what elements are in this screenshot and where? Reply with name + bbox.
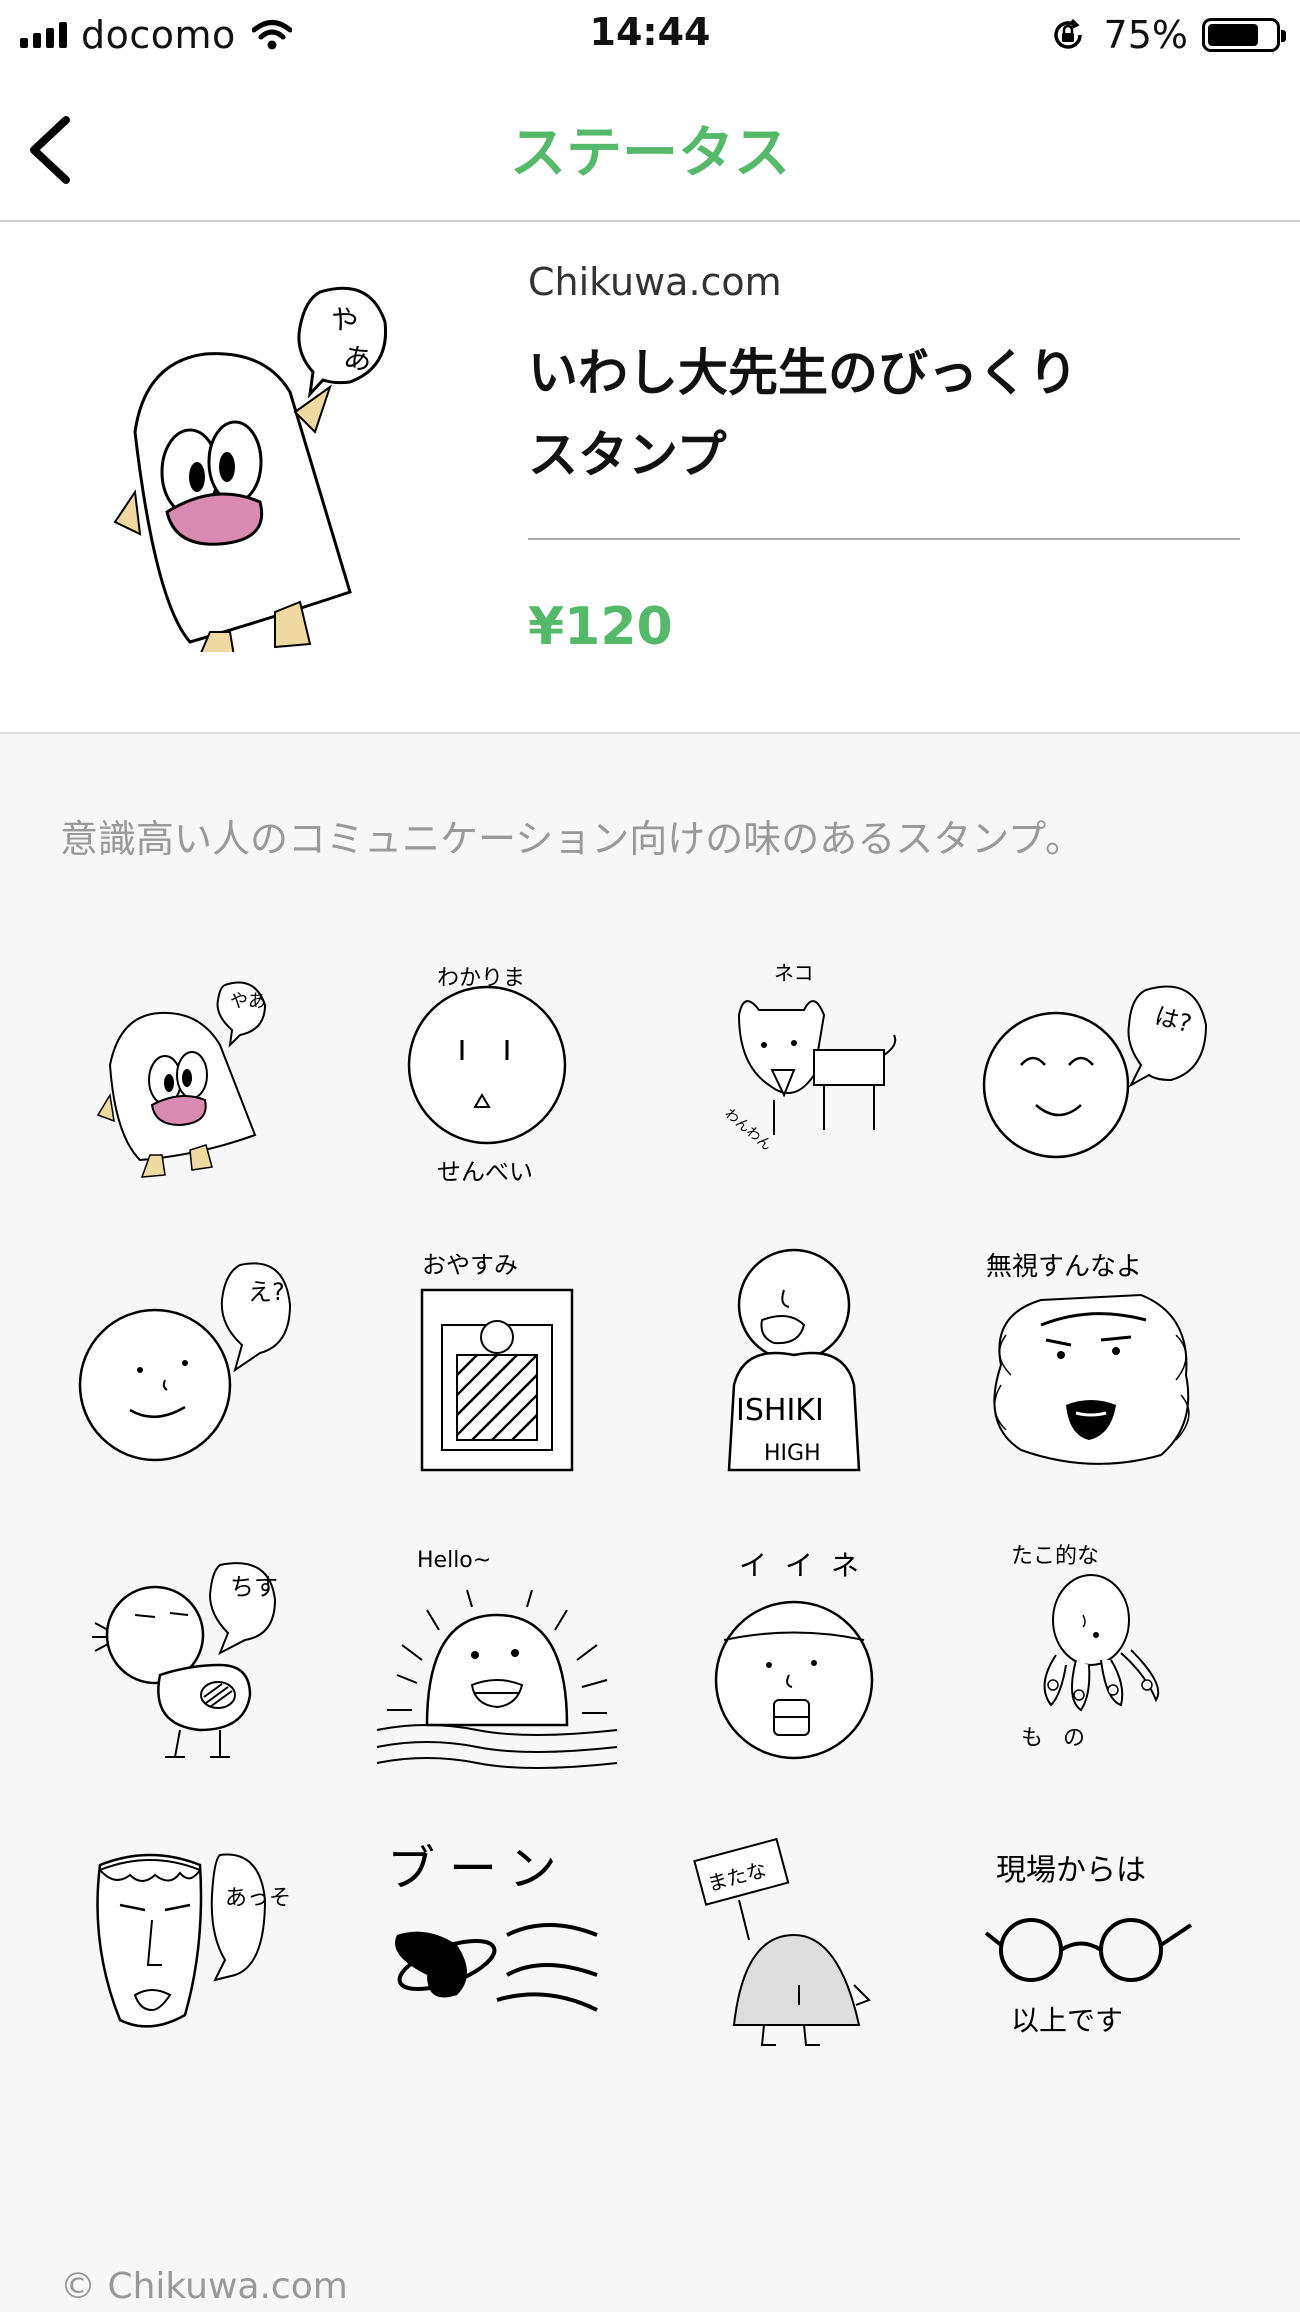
sticker-caption: イイネ [739,1549,877,1582]
rotation-lock-icon [1053,18,1082,49]
sticker-7[interactable]: ISHIKI HIGH [654,1245,951,1535]
main-sticker-image: や あ [113,286,388,652]
sticker-9[interactable]: ちす [60,1535,357,1825]
sticker-14[interactable]: ブーン [357,1825,654,2115]
hello-sun-sticker-icon: Hello~ [376,1548,618,1769]
sticker-caption-2: わんわん [721,1106,774,1154]
glasses-sticker-icon: 現場からは 以上です [984,1853,1193,2037]
iine-sticker-icon: イイネ [714,1549,877,1760]
sticker-1[interactable]: やあ [60,955,357,1245]
sticker-grid: やあ わかりま せんべい ネコ わんわん は? え? おやすみ ISHIKI H… [60,955,1250,2115]
sticker-caption-2: せんべい [437,1158,533,1186]
sticker-caption-2: 以上です [1011,2004,1123,2037]
sticker-4[interactable]: は? [951,955,1248,1245]
sticker-caption: ちす [230,1573,278,1601]
sticker-3[interactable]: ネコ わんわん [654,955,951,1245]
sticker-caption: たこ的な [1011,1544,1099,1569]
divider [528,538,1240,540]
sticker-caption: え? [248,1278,285,1306]
status-bar: docomo 14:44 75% [0,0,1300,70]
matana-sticker-icon: またな [693,1837,871,2046]
battery-percent: 75% [1103,13,1188,57]
price: ¥120 [528,597,673,657]
sticker-11[interactable]: イイネ [654,1535,951,1825]
sticker-caption: ネコ [774,961,814,985]
sticker-caption: Hello~ [417,1548,491,1573]
sticker-5[interactable]: え? [60,1245,357,1535]
sticker-caption: 現場からは [996,1853,1146,1888]
product-header: や あ Chikuwa.com いわし大先生のびっくり スタンプ ¥120 [0,222,1300,734]
octopus-sticker-icon: たこ的な もの [1011,1544,1160,1751]
sticker-12[interactable]: たこ的な もの [951,1535,1248,1825]
battery-fill [1208,24,1258,46]
sticker-caption-2: もの [1021,1726,1105,1751]
ishiki-high-sticker-icon: ISHIKI HIGH [727,1248,861,1472]
sticker-caption: ISHIKI [736,1393,824,1428]
product-name-line2: スタンプ [528,426,727,484]
smile-ha-sticker-icon: は? [982,985,1208,1159]
sticker-caption: ブーン [387,1841,571,1897]
svg-text:あ: あ [341,340,374,377]
sticker-16[interactable]: 現場からは 以上です [951,1825,1248,2115]
product-description: 意識高い人のコミュニケーション向けの味のあるスタンプ。 [60,817,1083,861]
nav-bar: ステータス [0,70,1300,222]
penguin-yaa-sticker-icon: やあ [96,981,267,1178]
sticker-caption: 無視すんなよ [986,1252,1142,1282]
face-e-sticker-icon: え? [78,1262,292,1462]
ignore-sticker-icon: 無視すんなよ [986,1252,1190,1465]
status-right: 75% [1050,12,1286,58]
battery-icon [1202,18,1286,52]
aso-face-sticker-icon: あっそ [96,1853,291,2028]
page-title: ステータス [510,121,790,186]
sticker-caption: あっそ [225,1886,291,1911]
sticker-caption-2: HIGH [764,1441,821,1466]
bird-chisu-sticker-icon: ちす [92,1562,278,1758]
sticker-2[interactable]: わかりま せんべい [357,955,654,1245]
sticker-13[interactable]: あっそ [60,1825,357,2115]
product-name: いわし大先生のびっくり スタンプ [528,332,1228,496]
sticker-15[interactable]: またな [654,1825,951,2115]
sticker-caption: おやすみ [422,1251,518,1279]
sticker-caption: やあ [230,991,266,1012]
product-name-line1: いわし大先生のびっくり [528,344,1078,402]
oyasumi-sticker-icon: おやすみ [420,1251,574,1472]
sticker-10[interactable]: Hello~ [357,1535,654,1825]
buun-sticker-icon: ブーン [387,1841,598,2012]
sticker-8[interactable]: 無視すんなよ [951,1245,1248,1535]
senbei-face-sticker-icon: わかりま せんべい [407,966,567,1186]
seller-name[interactable]: Chikuwa.com [528,260,782,304]
copyright: © Chikuwa.com [60,2266,348,2307]
sticker-6[interactable]: おやすみ [357,1245,654,1535]
cat-dog-sticker-icon: ネコ わんわん [721,961,897,1154]
